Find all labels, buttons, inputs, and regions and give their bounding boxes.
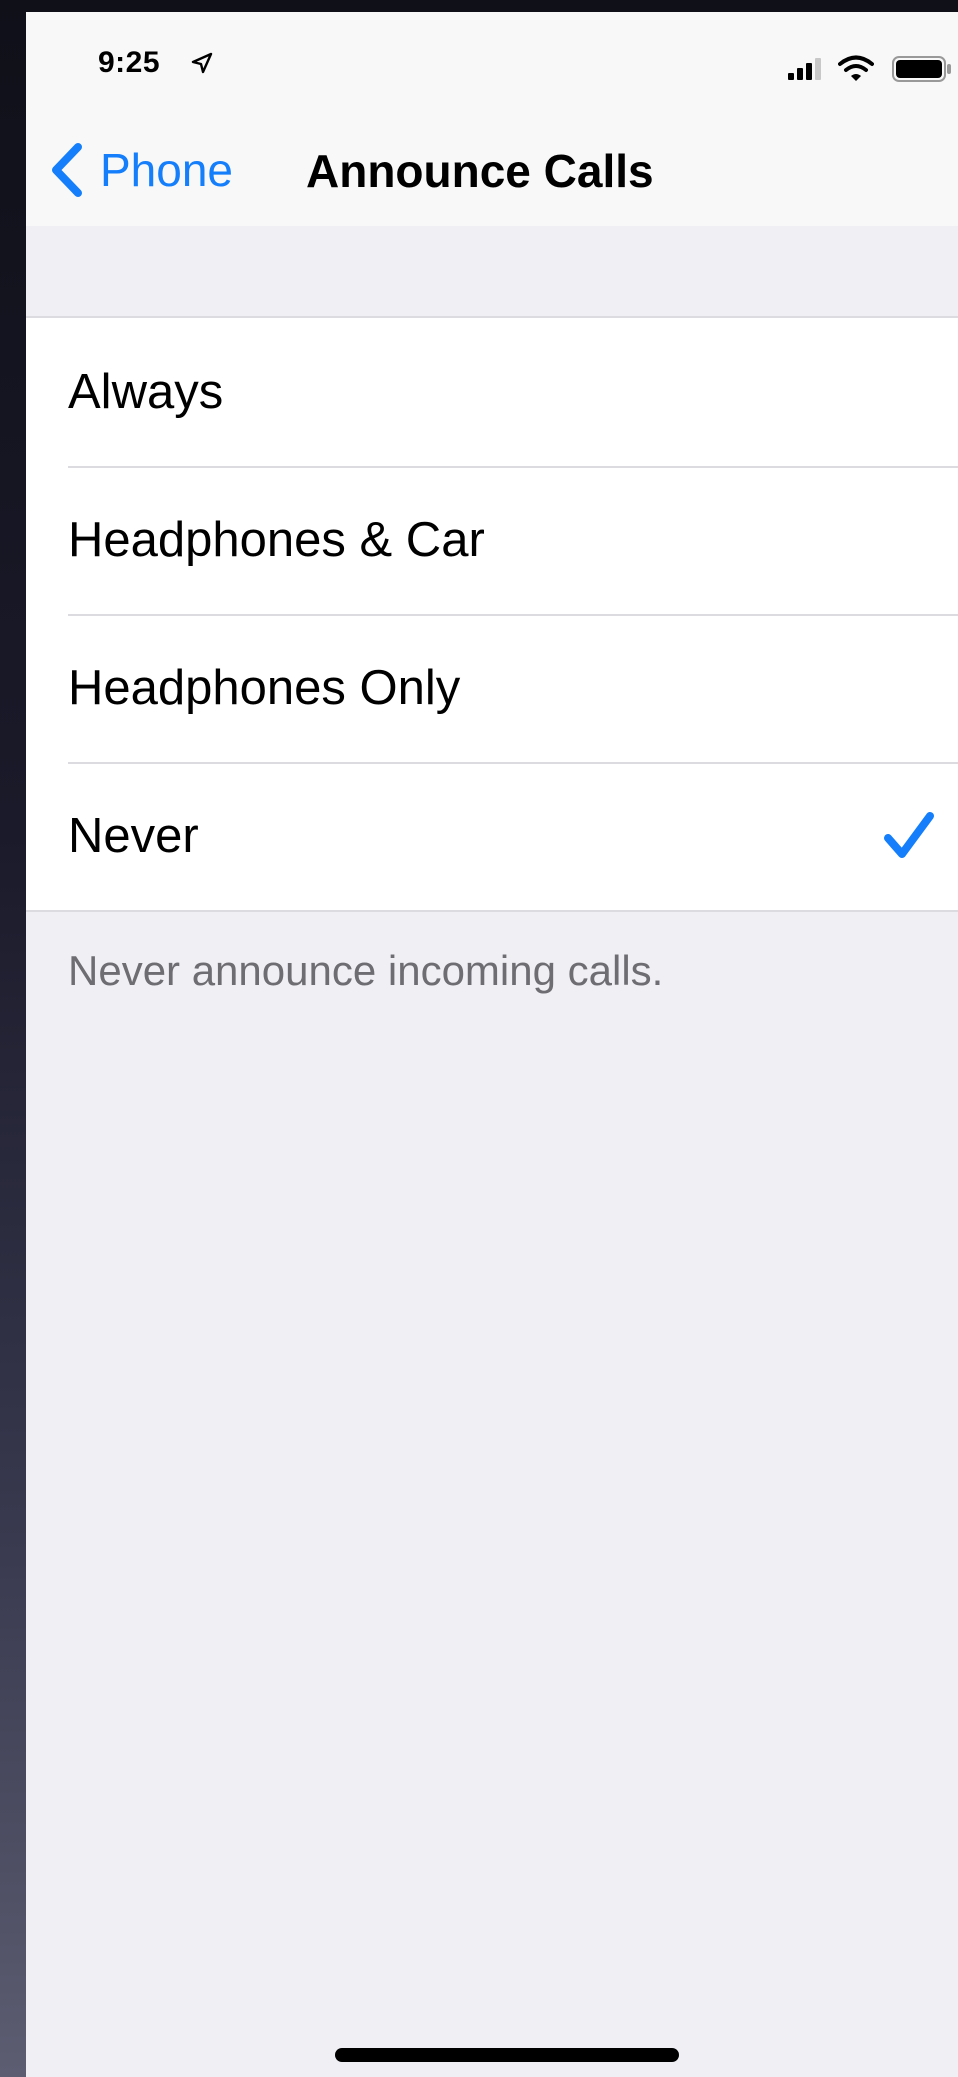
announce-options-list: Always Headphones & Car Headphones Only …	[26, 316, 958, 912]
checkmark-icon	[884, 812, 934, 858]
phone-screen: 9:25 Phone Announce Calls Always Headpho…	[26, 12, 958, 2077]
status-time: 9:25	[98, 46, 161, 79]
header-area: 9:25 Phone Announce Calls	[26, 12, 958, 226]
option-label: Headphones & Car	[68, 513, 485, 567]
footer-note: Never announce incoming calls.	[68, 947, 664, 994]
page-title: Announce Calls	[306, 145, 654, 197]
option-never[interactable]: Never	[26, 762, 958, 910]
location-arrow-icon	[191, 52, 213, 74]
back-button-label: Phone	[100, 144, 234, 196]
status-bar: 9:25	[26, 12, 958, 112]
battery-icon	[892, 56, 951, 82]
option-label: Headphones Only	[68, 661, 461, 715]
option-headphones-only[interactable]: Headphones Only	[26, 614, 958, 762]
wifi-icon	[838, 55, 874, 81]
chevron-left-icon	[52, 143, 82, 197]
option-headphones-and-car[interactable]: Headphones & Car	[26, 466, 958, 614]
option-label: Always	[68, 365, 224, 419]
option-always[interactable]: Always	[26, 318, 958, 466]
option-label: Never	[68, 809, 199, 863]
cellular-signal-icon	[788, 58, 821, 80]
navigation-bar: Phone Announce Calls	[26, 122, 958, 226]
back-button[interactable]: Phone	[48, 138, 233, 202]
home-indicator[interactable]	[335, 2048, 679, 2062]
